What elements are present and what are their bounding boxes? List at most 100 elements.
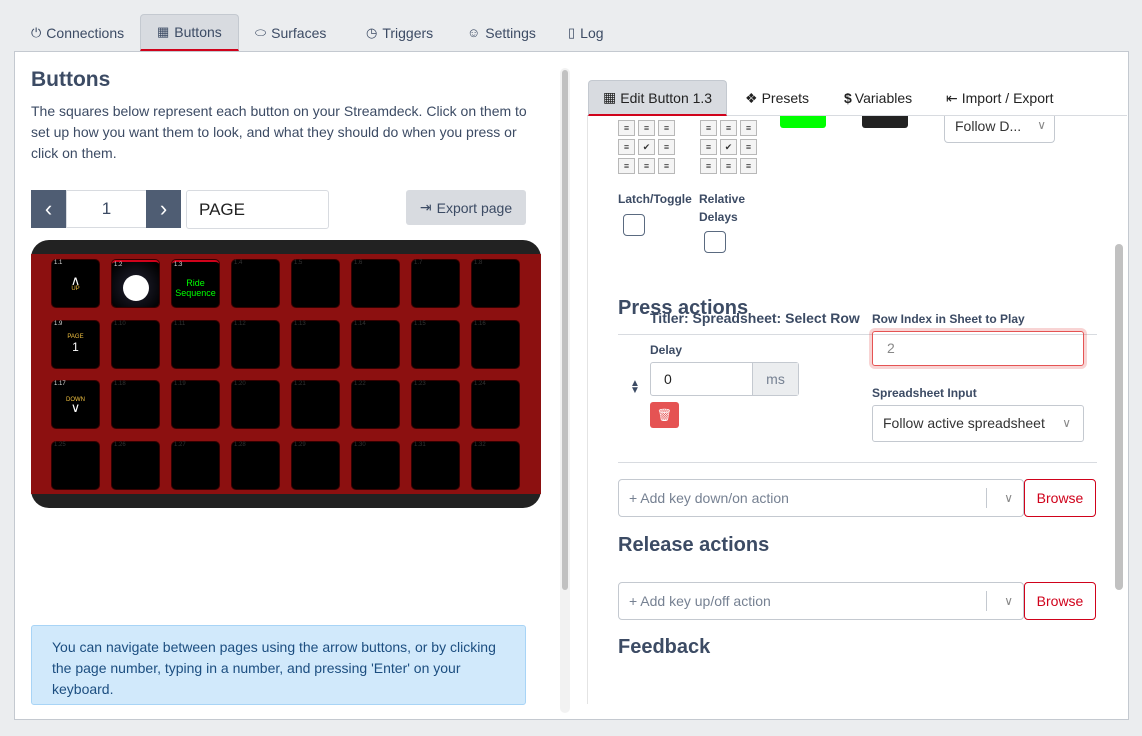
deck-key[interactable]: 1.21 xyxy=(292,381,339,428)
deck-key[interactable]: 1.28 xyxy=(232,441,279,489)
separator xyxy=(986,591,987,611)
deck-key[interactable]: 1.6 xyxy=(352,260,399,307)
tab-label: Presets xyxy=(761,90,810,106)
user-cog-icon: ☺ xyxy=(467,25,481,40)
deck-key[interactable]: 1.7 xyxy=(412,260,459,307)
deck-key[interactable]: 1.11 xyxy=(172,320,219,368)
clock-icon: ◷ xyxy=(366,24,378,40)
deck-key[interactable]: 1.14 xyxy=(352,320,399,368)
deck-key[interactable]: 1.19 xyxy=(172,381,219,428)
tab-triggers[interactable]: ◷ Triggers xyxy=(366,14,433,51)
browse-press-actions-button[interactable]: Browse xyxy=(1024,479,1096,517)
key-label: UP xyxy=(71,285,80,292)
tab-connections[interactable]: ⏻ Connections xyxy=(31,14,124,51)
chevron-down-icon: ∨ xyxy=(1004,594,1013,608)
tab-label: Settings xyxy=(485,24,536,41)
tab-surfaces[interactable]: ⬭ Surfaces xyxy=(255,14,326,51)
tab-variables[interactable]: $ Variables xyxy=(844,80,912,116)
deck-key[interactable]: 1.13 xyxy=(292,320,339,368)
deck-key[interactable]: 1.30 xyxy=(352,441,399,489)
next-page-button[interactable]: › xyxy=(146,190,181,228)
editor-scrollbar[interactable] xyxy=(1114,116,1124,704)
export-label: Export page xyxy=(436,199,513,216)
chevron-down-icon: ∨ xyxy=(1058,406,1071,441)
deck-key[interactable]: 1.8 xyxy=(472,260,519,307)
tab-import-export[interactable]: ⇤ Import / Export xyxy=(946,80,1054,116)
deck-key[interactable]: 1.25 xyxy=(52,441,99,489)
deck-key[interactable]: 1.27 xyxy=(172,441,219,489)
circle-graphic xyxy=(122,274,149,301)
action-title: Titler: Spreadsheet: Select Row xyxy=(650,310,860,326)
tab-log[interactable]: ▯ Log xyxy=(568,14,604,51)
deck-key[interactable]: 1.29 xyxy=(292,441,339,489)
tab-label: Connections xyxy=(46,24,125,41)
delete-action-button[interactable]: 🗑 xyxy=(650,402,679,428)
deck-key[interactable]: 1.1 ∧ UP xyxy=(52,260,99,307)
left-scrollbar[interactable] xyxy=(560,68,570,713)
deck-key[interactable]: 1.20 xyxy=(232,381,279,428)
navigation-info-alert: You can navigate between pages using the… xyxy=(31,625,526,705)
tab-edit-button[interactable]: ▦ Edit Button 1.3 xyxy=(588,80,728,116)
scroll-thumb[interactable] xyxy=(1115,244,1123,590)
deck-key[interactable]: 1.32 xyxy=(472,441,519,489)
deck-key[interactable]: 1.5 xyxy=(292,260,339,307)
delay-unit: ms xyxy=(752,363,798,395)
deck-key[interactable]: 1.24 xyxy=(472,381,519,428)
spreadsheet-input-select[interactable]: Follow active spreadsheet ∨ xyxy=(872,405,1084,442)
tab-label: Triggers xyxy=(382,24,434,41)
deck-key[interactable]: 1.9 PAGE 1 xyxy=(52,320,99,368)
key-up-label: ∧ UP xyxy=(52,260,99,307)
calculator-icon: ▦ xyxy=(157,24,170,39)
deck-key[interactable]: 1.16 xyxy=(472,320,519,368)
deck-key[interactable]: 1.26 xyxy=(112,441,159,489)
page-title: Buttons xyxy=(31,68,111,91)
row-index-input[interactable]: 2 xyxy=(872,331,1084,366)
editor-content: ≡ ≡ ≡ ≡ ✔ ≡ ≡ ≡ ≡ ≡ ≡ ≡ ≡ ✔ ≡ ≡ ≡ ≡ Follow D... ∨ La… xyxy=(587,116,1111,704)
gamepad-icon: ⬭ xyxy=(255,24,267,40)
editor-panel: ▦ Edit Button 1.3 ❖ Presets $ Variables … xyxy=(587,76,1127,704)
calculator-icon: ▦ xyxy=(603,89,617,105)
buttons-description: The squares below represent each button … xyxy=(31,103,527,161)
tab-label: Import / Export xyxy=(961,90,1054,106)
key-page-number: 1 xyxy=(72,340,79,354)
circle-icon xyxy=(112,262,159,309)
divider xyxy=(618,462,1097,463)
trash-icon: 🗑 xyxy=(656,408,673,422)
deck-key[interactable]: 1.17 DOWN ∨ xyxy=(52,381,99,428)
delay-input[interactable]: 0 ms xyxy=(650,362,799,396)
deck-key[interactable]: 1.23 xyxy=(412,381,459,428)
tab-buttons[interactable]: ▦ Buttons xyxy=(140,14,239,51)
file-icon: ▯ xyxy=(568,24,576,40)
spreadsheet-input-value: Follow active spreadsheet xyxy=(883,415,1045,431)
file-import-icon: ⇤ xyxy=(946,89,958,106)
action-row: ▲ ▼ Titler: Spreadsheet: Select Row Delay… xyxy=(618,116,1098,506)
prev-page-button[interactable]: ‹ xyxy=(31,190,66,228)
dollar-icon: $ xyxy=(844,90,852,106)
deck-key[interactable]: 1.10 xyxy=(112,320,159,368)
browse-release-actions-button[interactable]: Browse xyxy=(1024,582,1096,620)
editor-tabs: ▦ Edit Button 1.3 ❖ Presets $ Variables … xyxy=(587,76,1127,116)
deck-key[interactable]: 1.4 xyxy=(232,260,279,307)
add-key-down-action-select[interactable]: + Add key down/on action ∨ xyxy=(618,479,1024,517)
file-export-icon: ⇥ xyxy=(419,199,432,215)
deck-key[interactable]: 1.15 xyxy=(412,320,459,368)
drag-handle-icon[interactable]: ▲ ▼ xyxy=(630,379,640,396)
export-page-button[interactable]: ⇥ Export page xyxy=(406,190,526,225)
page-name-input[interactable]: PAGE xyxy=(186,190,329,229)
tab-settings[interactable]: ☺ Settings xyxy=(467,14,536,51)
deck-key[interactable]: 1.22 xyxy=(352,381,399,428)
delay-label: Delay xyxy=(650,343,683,357)
deck-key[interactable]: 1.12 xyxy=(232,320,279,368)
page-number-input[interactable]: 1 xyxy=(66,190,147,228)
tab-label: Buttons xyxy=(174,24,222,40)
deck-key[interactable]: 1.3 Ride Sequence xyxy=(172,260,219,307)
top-nav: ⏻ Connections ▦ Buttons ⬭ Surfaces ◷ Tri… xyxy=(0,0,1142,52)
deck-key[interactable]: 1.31 xyxy=(412,441,459,489)
tab-presets[interactable]: ❖ Presets xyxy=(745,80,809,116)
delay-value: 0 xyxy=(664,371,672,387)
deck-key[interactable]: 1.18 xyxy=(112,381,159,428)
deck-key[interactable]: 1.2 xyxy=(112,260,159,307)
add-key-up-action-select[interactable]: + Add key up/off action ∨ xyxy=(618,582,1024,620)
feedback-heading: Feedback xyxy=(618,636,711,658)
scroll-thumb[interactable] xyxy=(562,70,568,590)
